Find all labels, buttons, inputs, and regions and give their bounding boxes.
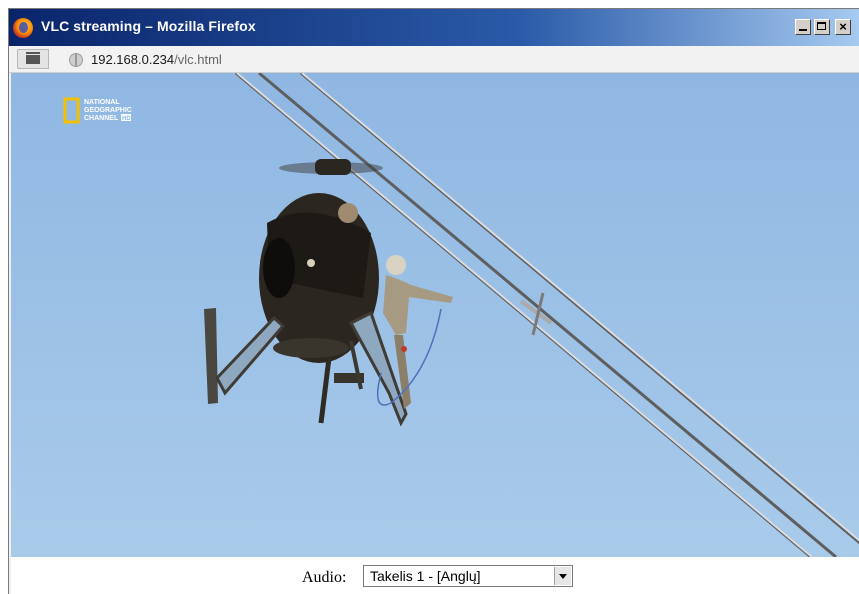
audio-track-select[interactable]: Takelis 1 - [Anglų] [363,565,573,587]
close-icon: × [839,19,847,34]
player-controls: Audio: Takelis 1 - [Anglų] [11,557,859,594]
video-frame: NATIONAL GEOGRAPHIC CHANNEL HD [11,73,859,557]
title-bar[interactable]: VLC streaming – Mozilla Firefox × [9,9,859,46]
minimize-icon [799,29,807,31]
address-bar[interactable]: 192.168.0.234/vlc.html [91,52,222,67]
logo-line-1: NATIONAL [84,99,120,106]
video-player[interactable]: NATIONAL GEOGRAPHIC CHANNEL HD [11,73,859,557]
audio-label: Audio: [302,569,347,586]
url-path: /vlc.html [174,52,222,67]
window-title: VLC streaming – Mozilla Firefox [41,18,256,34]
close-button[interactable]: × [835,19,851,35]
firefox-icon [13,18,33,38]
sidebar-icon [26,52,40,64]
logo-hd-badge: HD [122,116,131,122]
navigation-bar: 192.168.0.234/vlc.html [9,46,859,73]
chevron-down-icon[interactable] [554,567,571,585]
logo-line-3: CHANNEL [84,115,119,122]
url-host: 192.168.0.234 [91,52,175,67]
minimize-button[interactable] [795,19,811,35]
sidebar-toggle-button[interactable] [17,49,49,69]
audio-track-value: Takelis 1 - [Anglų] [370,568,481,584]
browser-window: VLC streaming – Mozilla Firefox × 192.16… [8,8,859,594]
maximize-icon [817,22,826,30]
maximize-button[interactable] [814,19,830,35]
logo-line-2: GEOGRAPHIC [84,107,132,114]
globe-icon[interactable] [69,53,83,67]
